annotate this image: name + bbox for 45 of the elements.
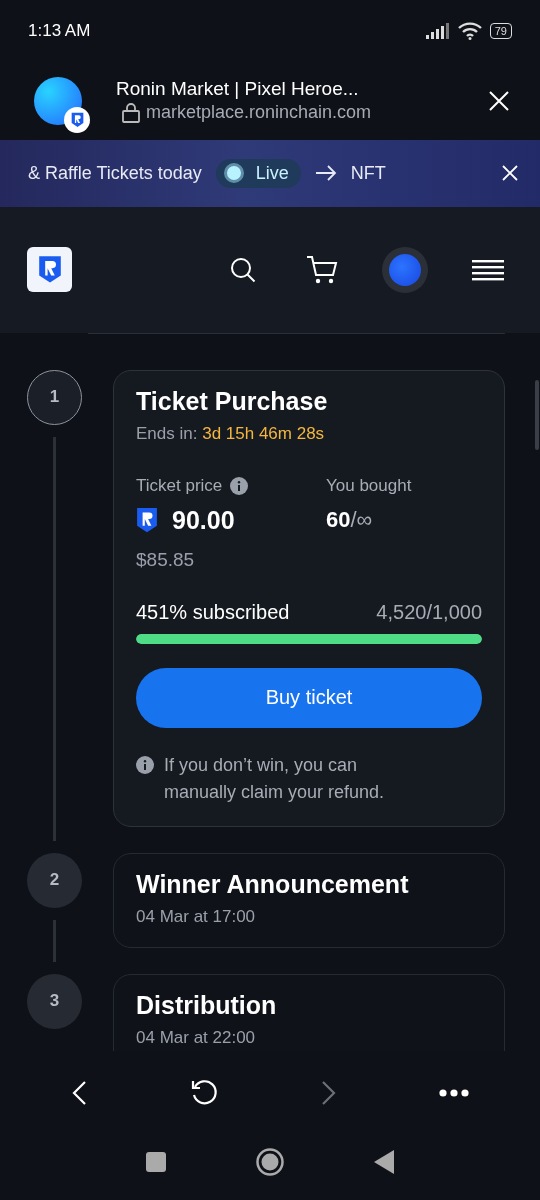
step-date: 04 Mar at 22:00	[136, 1027, 257, 1048]
step-number: 1	[27, 369, 82, 425]
ends-in-text: Ends in: 3d 15h 46m 28s	[136, 423, 326, 444]
page-title: Ronin Market | Pixel Heroe...	[116, 78, 360, 101]
ronin-logo-icon	[70, 112, 84, 128]
status-time: 1:13 AM	[28, 20, 91, 41]
signal-icon	[425, 22, 450, 39]
ticket-price-label: Ticket price	[136, 475, 223, 496]
arrow-right-icon	[314, 165, 337, 182]
user-avatar[interactable]	[382, 246, 428, 293]
step-title: Distribution	[136, 990, 278, 1020]
lock-icon	[122, 102, 140, 123]
close-icon	[502, 165, 518, 182]
tickets-bought: 60/∞	[326, 507, 374, 534]
ronin-token-icon	[136, 507, 158, 534]
buy-ticket-button[interactable]: Buy ticket	[136, 667, 482, 728]
live-badge: Live	[215, 158, 301, 188]
chevron-right-icon	[321, 1079, 337, 1106]
subscribed-text: 451% subscribed	[136, 600, 290, 624]
step-number: 3	[27, 973, 82, 1029]
step-number: 2	[27, 852, 82, 908]
you-bought-label: You bought	[326, 475, 413, 496]
info-icon	[136, 755, 154, 774]
page-url: marketplace.roninchain.com	[146, 102, 372, 124]
price-usd: $85.85	[136, 548, 196, 571]
battery-level: 79	[489, 22, 512, 39]
more-icon	[439, 1088, 469, 1097]
info-icon	[230, 476, 249, 495]
chevron-left-icon	[71, 1079, 87, 1106]
back-nav-button[interactable]	[374, 1150, 394, 1174]
site-favicon	[34, 76, 82, 125]
step-date: 04 Mar at 17:00	[136, 906, 257, 927]
banner-text: & Raffle Tickets today	[28, 162, 202, 184]
tickets-sold: 4,520/1,000	[376, 600, 482, 624]
step-title: Winner Announcement	[136, 869, 410, 899]
scrollbar-thumb[interactable]	[535, 379, 539, 450]
refund-note: If you don’t win, you can manually claim your refund.	[164, 753, 386, 804]
close-icon	[488, 89, 510, 112]
wifi-icon	[457, 21, 482, 40]
ticket-price: 90.00	[172, 505, 235, 535]
shield-icon	[37, 255, 62, 285]
banner-text: NFT	[350, 162, 386, 184]
ronin-logo[interactable]	[27, 247, 72, 293]
step-title: Ticket Purchase	[136, 386, 329, 416]
home-button[interactable]	[256, 1148, 284, 1176]
